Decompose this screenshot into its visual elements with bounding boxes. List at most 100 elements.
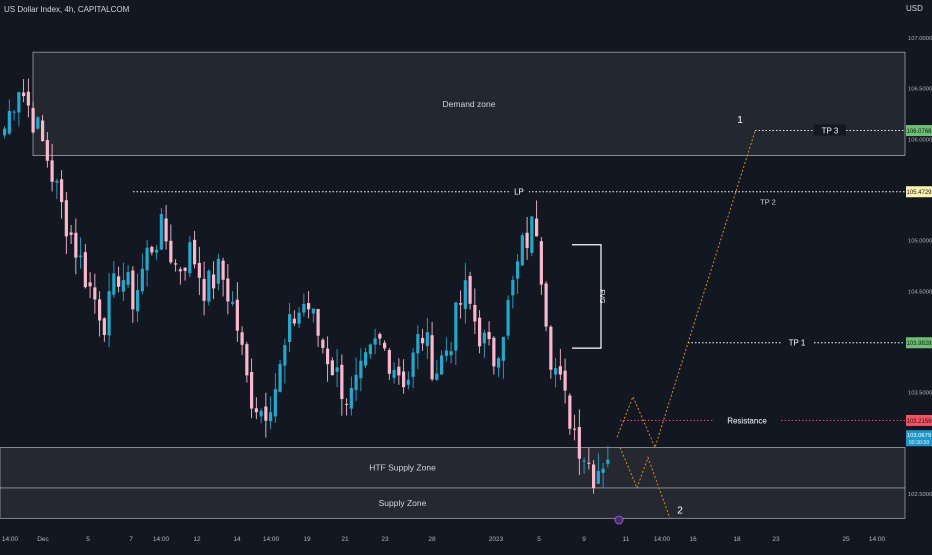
candle[interactable] bbox=[468, 275, 472, 304]
candle[interactable] bbox=[107, 291, 111, 336]
candle[interactable] bbox=[231, 301, 235, 304]
price-axis[interactable] bbox=[906, 0, 932, 528]
candle[interactable] bbox=[501, 336, 505, 361]
candle[interactable] bbox=[273, 389, 277, 417]
zone-2[interactable] bbox=[0, 446, 906, 489]
candle[interactable] bbox=[159, 214, 163, 250]
candle[interactable] bbox=[22, 92, 26, 97]
candle[interactable] bbox=[563, 370, 567, 391]
candle[interactable] bbox=[554, 368, 558, 375]
candle[interactable] bbox=[254, 408, 258, 413]
candle[interactable] bbox=[335, 367, 339, 372]
candle[interactable] bbox=[55, 180, 59, 183]
candle[interactable] bbox=[188, 242, 192, 274]
candle[interactable] bbox=[60, 179, 64, 203]
candle[interactable] bbox=[74, 232, 78, 258]
candle[interactable] bbox=[539, 241, 543, 285]
candle[interactable] bbox=[606, 459, 610, 464]
candle[interactable] bbox=[435, 373, 439, 380]
candle[interactable] bbox=[383, 342, 387, 349]
candle[interactable] bbox=[292, 318, 296, 324]
candle[interactable] bbox=[416, 334, 420, 354]
candle[interactable] bbox=[349, 388, 353, 409]
candle[interactable] bbox=[421, 338, 425, 344]
candle[interactable] bbox=[98, 299, 102, 321]
price-chart[interactable]: Demand zone HTF Supply Zone Supply Zone FVG… bbox=[0, 0, 932, 550]
candle[interactable] bbox=[117, 276, 121, 287]
candle[interactable] bbox=[183, 267, 187, 271]
candle[interactable] bbox=[330, 360, 334, 376]
candle[interactable] bbox=[326, 348, 330, 365]
candle[interactable] bbox=[93, 287, 97, 300]
candle[interactable] bbox=[31, 107, 35, 133]
candle[interactable] bbox=[250, 372, 254, 409]
candle[interactable] bbox=[221, 260, 225, 280]
candle[interactable] bbox=[150, 247, 154, 253]
candle[interactable] bbox=[463, 280, 467, 309]
candle[interactable] bbox=[64, 200, 68, 237]
candle[interactable] bbox=[126, 272, 130, 285]
candle[interactable] bbox=[544, 283, 548, 327]
candle[interactable] bbox=[69, 232, 73, 235]
candle[interactable] bbox=[530, 216, 534, 253]
candle[interactable] bbox=[259, 410, 263, 417]
candle[interactable] bbox=[235, 299, 239, 331]
candle[interactable] bbox=[459, 303, 463, 305]
candle[interactable] bbox=[202, 278, 206, 301]
candle[interactable] bbox=[131, 270, 135, 310]
candle[interactable] bbox=[12, 111, 16, 113]
candle[interactable] bbox=[430, 335, 434, 380]
candle[interactable] bbox=[487, 331, 491, 340]
candle[interactable] bbox=[226, 278, 230, 302]
candle[interactable] bbox=[197, 263, 201, 278]
candle[interactable] bbox=[425, 332, 429, 347]
candle[interactable] bbox=[406, 379, 410, 385]
candle[interactable] bbox=[41, 120, 45, 142]
time-axis[interactable] bbox=[0, 528, 932, 550]
candle[interactable] bbox=[36, 117, 40, 129]
candle[interactable] bbox=[169, 240, 173, 263]
candle[interactable] bbox=[264, 406, 268, 421]
candle[interactable] bbox=[345, 403, 349, 405]
candle[interactable] bbox=[444, 350, 448, 356]
candle[interactable] bbox=[354, 374, 358, 391]
candle[interactable] bbox=[497, 358, 501, 368]
candle[interactable] bbox=[454, 302, 458, 351]
candle[interactable] bbox=[592, 464, 596, 489]
candle[interactable] bbox=[573, 428, 577, 430]
candle[interactable] bbox=[3, 128, 7, 136]
candle[interactable] bbox=[402, 371, 406, 388]
chart-area[interactable]: Demand zone HTF Supply Zone Supply Zone FVG… bbox=[0, 0, 932, 550]
candle[interactable] bbox=[283, 345, 287, 366]
candle[interactable] bbox=[558, 366, 562, 375]
candle[interactable] bbox=[140, 268, 144, 292]
candle[interactable] bbox=[506, 299, 510, 336]
candle[interactable] bbox=[297, 312, 301, 324]
candle[interactable] bbox=[112, 273, 116, 295]
candle[interactable] bbox=[245, 344, 249, 376]
candle[interactable] bbox=[392, 369, 396, 378]
candle[interactable] bbox=[174, 263, 178, 265]
candle[interactable] bbox=[601, 468, 605, 473]
candle[interactable] bbox=[482, 332, 486, 344]
candle[interactable] bbox=[7, 110, 11, 134]
candle[interactable] bbox=[311, 308, 315, 314]
candle[interactable] bbox=[449, 351, 453, 356]
candle[interactable] bbox=[440, 355, 444, 375]
candle[interactable] bbox=[88, 282, 92, 287]
candle[interactable] bbox=[549, 326, 553, 370]
candle[interactable] bbox=[121, 280, 125, 292]
candle[interactable] bbox=[45, 140, 49, 161]
candle[interactable] bbox=[568, 395, 572, 429]
candle[interactable] bbox=[378, 333, 382, 339]
candle[interactable] bbox=[368, 344, 372, 354]
zone-3[interactable] bbox=[0, 487, 906, 519]
candle[interactable] bbox=[216, 258, 220, 284]
candle[interactable] bbox=[178, 269, 182, 272]
candle[interactable] bbox=[307, 303, 311, 310]
candle[interactable] bbox=[387, 350, 391, 374]
candle[interactable] bbox=[516, 261, 520, 279]
candle[interactable] bbox=[136, 290, 140, 312]
candle[interactable] bbox=[302, 303, 306, 313]
candle[interactable] bbox=[596, 470, 600, 484]
